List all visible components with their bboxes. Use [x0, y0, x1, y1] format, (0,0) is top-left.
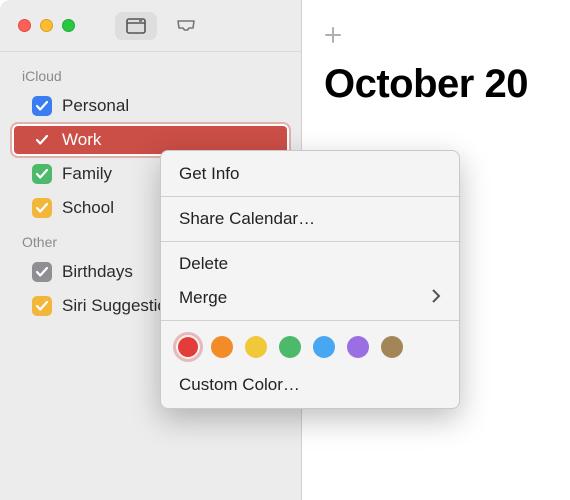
context-menu: Get Info Share Calendar… Delete Merge Cu…	[160, 150, 460, 409]
menu-merge-label: Merge	[179, 288, 227, 308]
calendar-view-button[interactable]	[115, 12, 157, 40]
color-swatch[interactable]	[347, 336, 369, 358]
calendar-checkbox[interactable]	[32, 164, 52, 184]
titlebar	[0, 0, 301, 52]
chevron-right-icon	[431, 288, 441, 308]
color-swatch[interactable]	[245, 336, 267, 358]
color-swatch[interactable]	[279, 336, 301, 358]
menu-separator	[161, 320, 459, 321]
calendar-label: Work	[62, 130, 101, 150]
calendar-label: Family	[62, 164, 112, 184]
menu-separator	[161, 196, 459, 197]
menu-delete-label: Delete	[179, 254, 228, 274]
menu-merge[interactable]: Merge	[161, 281, 459, 315]
calendar-icon	[126, 18, 146, 34]
minimize-window-button[interactable]	[40, 19, 53, 32]
color-swatch[interactable]	[211, 336, 233, 358]
calendar-label: Personal	[62, 96, 129, 116]
menu-share-calendar[interactable]: Share Calendar…	[161, 202, 459, 236]
window-controls	[18, 19, 75, 32]
color-swatch[interactable]	[177, 336, 199, 358]
menu-get-info[interactable]: Get Info	[161, 157, 459, 191]
close-window-button[interactable]	[18, 19, 31, 32]
calendar-label: School	[62, 198, 114, 218]
calendar-checkbox[interactable]	[32, 262, 52, 282]
calendar-checkbox[interactable]	[32, 96, 52, 116]
inbox-icon	[176, 18, 196, 34]
menu-get-info-label: Get Info	[179, 164, 239, 184]
add-event-button[interactable]	[324, 26, 342, 44]
toolbar	[115, 12, 207, 40]
menu-custom-color-label: Custom Color…	[179, 375, 300, 395]
inbox-button[interactable]	[165, 12, 207, 40]
menu-share-label: Share Calendar…	[179, 209, 315, 229]
menu-delete[interactable]: Delete	[161, 247, 459, 281]
plus-icon	[324, 26, 342, 44]
menu-separator	[161, 241, 459, 242]
calendar-checkbox[interactable]	[32, 296, 52, 316]
section-header: iCloud	[0, 60, 301, 88]
color-swatches	[161, 326, 459, 368]
month-title: October 20	[324, 62, 548, 107]
calendar-checkbox[interactable]	[32, 130, 52, 150]
calendar-checkbox[interactable]	[32, 198, 52, 218]
menu-custom-color[interactable]: Custom Color…	[161, 368, 459, 402]
calendar-window: iCloudPersonalWorkFamilySchoolOtherBirth…	[0, 0, 570, 500]
color-swatch[interactable]	[313, 336, 335, 358]
color-swatch[interactable]	[381, 336, 403, 358]
zoom-window-button[interactable]	[62, 19, 75, 32]
calendar-item-personal[interactable]: Personal	[12, 90, 289, 122]
calendar-label: Birthdays	[62, 262, 133, 282]
